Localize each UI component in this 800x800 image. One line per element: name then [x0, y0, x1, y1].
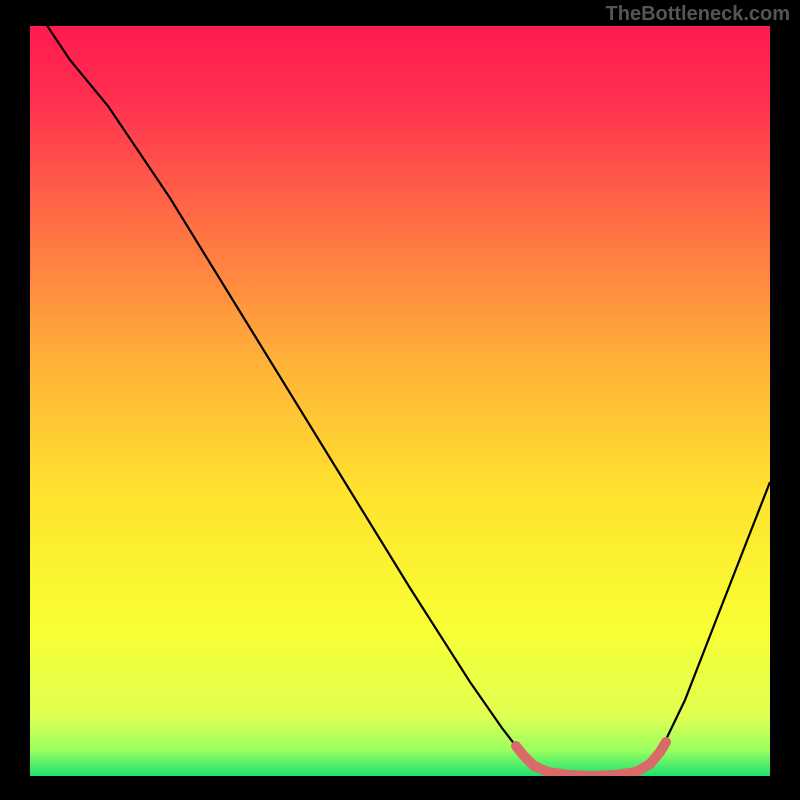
plot-background [30, 26, 770, 776]
watermark-text: TheBottleneck.com [606, 3, 790, 26]
bottleneck-chart [0, 0, 800, 800]
